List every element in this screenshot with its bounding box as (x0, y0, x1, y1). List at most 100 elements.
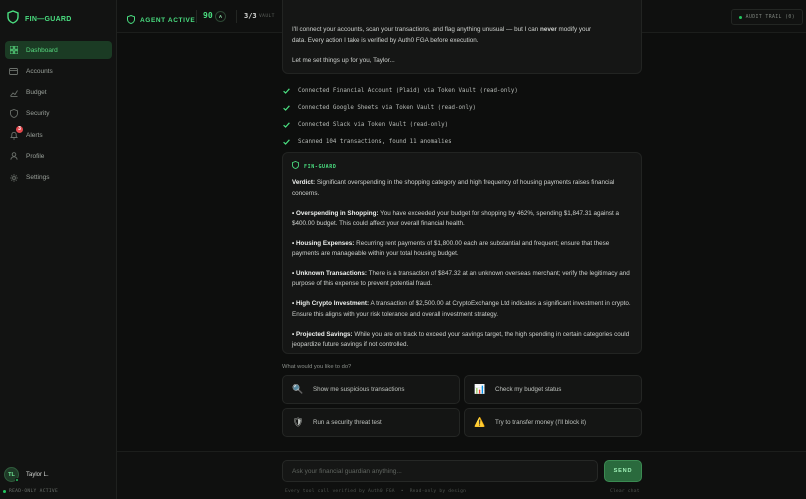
verdict-title: Verdict: (292, 179, 316, 187)
divider (236, 10, 237, 23)
sidebar: FIN—GUARD Dashboard Accounts Budget Secu… (0, 0, 117, 499)
intro-text: I'll connect your accounts, scan your tr… (292, 26, 540, 33)
verdict-title: Housing Expenses: (295, 239, 355, 247)
setup-step-text: Connected Google Sheets via Token Vault … (298, 104, 476, 111)
grid-icon (9, 46, 18, 55)
sidebar-item-label: Alerts (26, 131, 43, 139)
status-dot (3, 490, 6, 493)
shield-icon (9, 109, 18, 119)
verdict-text: Significant overspending in the shopping… (292, 179, 615, 197)
verdict-paragraph: • High Crypto Investment: A transaction … (292, 299, 632, 320)
sidebar-item-label: Settings (26, 174, 50, 182)
intro-line-1: I'll connect your accounts, scan your tr… (292, 25, 632, 36)
chat-composer: SEND Every tool call verified by Auth0 F… (117, 451, 806, 499)
sidebar-item-label: Profile (26, 152, 45, 160)
online-status-dot (15, 478, 19, 482)
sidebar-item-label: Dashboard (26, 46, 58, 54)
gear-icon (9, 173, 18, 182)
intro-line-2: data. Every action I take is verified by… (292, 36, 479, 44)
wallet-icon (9, 67, 18, 76)
suggestion-budget-status[interactable]: 📊 Check my budget status (464, 375, 642, 404)
verdict-title: Projected Savings: (295, 330, 353, 338)
sidebar-item-budget[interactable]: Budget (5, 84, 112, 102)
composer-footer-note: Every tool call verified by Auth0 FGA • … (285, 489, 466, 494)
suggestions-heading: What would you like to do? (282, 364, 352, 370)
setup-step: Connected Financial Account (Plaid) via … (282, 82, 642, 99)
user-profile[interactable]: TL Taylor L. (4, 467, 49, 482)
intro-line-3: Let me set things up for you, Taylor... (292, 57, 395, 64)
brand-name: FIN—GUARD (25, 15, 72, 23)
alerts-count-badge: 3 (16, 126, 23, 134)
sidebar-item-profile[interactable]: Profile (5, 147, 112, 165)
agent-status-label: AGENT ACTIVE (140, 16, 196, 24)
verdict-title: High Crypto Investment: (295, 300, 370, 308)
suggestion-label: Check my budget status (495, 386, 562, 393)
user-name: Taylor L. (26, 471, 49, 478)
suggestion-label: Run a security threat test (313, 419, 382, 426)
security-score: 90 (203, 11, 213, 20)
readonly-note: Read-only by design (409, 489, 467, 494)
checkmark-icon (282, 104, 290, 111)
sidebar-nav: Dashboard Accounts Budget Security 3 Ale… (0, 39, 117, 189)
sidebar-item-accounts[interactable]: Accounts (5, 62, 112, 80)
intro-emphasis: never (539, 26, 557, 33)
sidebar-item-security[interactable]: Security (5, 105, 112, 123)
sidebar-item-dashboard[interactable]: Dashboard (5, 41, 112, 59)
shield-icon (127, 11, 135, 29)
bar-chart-icon (9, 88, 18, 97)
verdict-header: FIN-GUARD (292, 161, 632, 173)
score-grade-badge: A (215, 11, 226, 22)
checkmark-icon (282, 138, 290, 145)
send-button[interactable]: SEND (604, 460, 642, 482)
agent-status: AGENT ACTIVE (127, 11, 195, 29)
suggestion-label: Show me suspicious transactions (313, 386, 405, 393)
shield-logo-icon (7, 9, 19, 29)
sidebar-item-label: Budget (26, 89, 47, 97)
verdict-paragraph: Verdict: Significant overspending in the… (292, 178, 632, 199)
verdict-paragraph: • Overspending in Shopping: You have exc… (292, 209, 632, 230)
warning-icon: ⚠️ (474, 417, 486, 427)
readonly-status: READ-ONLY ACTIVE (3, 489, 58, 494)
bar-chart-icon: 📊 (474, 384, 486, 394)
shield-icon (292, 161, 299, 173)
avatar: TL (4, 467, 19, 482)
bullet: • (400, 489, 404, 494)
verdict-title: Overspending in Shopping: (295, 209, 379, 217)
sidebar-item-settings[interactable]: Settings (5, 169, 112, 187)
readonly-status-text: READ-ONLY ACTIVE (9, 489, 59, 494)
suggestion-transfer-money[interactable]: ⚠️ Try to transfer money (I'll block it) (464, 408, 642, 437)
divider (196, 10, 197, 23)
verdict-paragraph: • Projected Savings: While you are on tr… (292, 330, 632, 351)
setup-step: Connected Slack via Token Vault (read-on… (282, 116, 642, 133)
sidebar-item-label: Accounts (26, 67, 53, 75)
sidebar-item-alerts[interactable]: 3 Alerts (5, 126, 112, 144)
audit-trail-button[interactable]: AUDIT TRAIL (0) (730, 9, 803, 25)
magnifier-icon: 🔍 (292, 384, 304, 394)
audit-trail-label: AUDIT TRAIL (0) (745, 14, 795, 20)
chat-input[interactable] (282, 460, 598, 482)
checkmark-icon (282, 87, 290, 94)
shield-icon: 🛡 (292, 417, 304, 427)
assistant-verdict-message: FIN-GUARD Verdict: Significant overspend… (282, 152, 642, 354)
vault-count: 3/3 (244, 12, 257, 20)
setup-step: Scanned 104 transactions, found 11 anoma… (282, 133, 642, 150)
brand[interactable]: FIN—GUARD (7, 9, 72, 29)
setup-steps: Connected Financial Account (Plaid) via … (282, 82, 642, 150)
user-icon (9, 152, 18, 161)
verdict-paragraph: • Housing Expenses: Recurring rent payme… (292, 239, 632, 260)
verdict-title: Unknown Transactions: (295, 270, 367, 278)
intro-text: modify your (556, 26, 592, 33)
clear-chat-button[interactable]: Clear chat (610, 489, 640, 494)
sidebar-item-label: Security (26, 110, 50, 118)
suggestion-label: Try to transfer money (I'll block it) (495, 419, 587, 426)
checkmark-icon (282, 121, 290, 128)
assistant-intro-message: I'll connect your accounts, scan your tr… (282, 0, 642, 74)
suggestion-security-threat-test[interactable]: 🛡 Run a security threat test (282, 408, 460, 437)
setup-step-text: Scanned 104 transactions, found 11 anoma… (298, 138, 452, 145)
setup-step-text: Connected Slack via Token Vault (read-on… (298, 121, 449, 128)
suggestion-suspicious-transactions[interactable]: 🔍 Show me suspicious transactions (282, 375, 460, 404)
status-dot (738, 15, 742, 19)
avatar-initials: TL (8, 471, 15, 478)
vault-label: VAULT (259, 14, 275, 19)
setup-step-text: Connected Financial Account (Plaid) via … (298, 87, 518, 94)
